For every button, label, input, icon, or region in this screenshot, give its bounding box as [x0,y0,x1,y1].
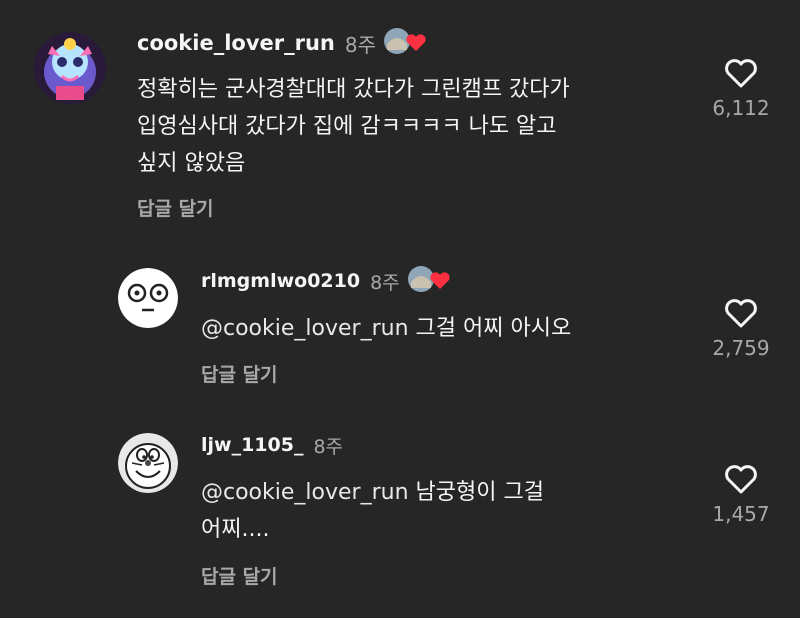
heart-icon[interactable] [724,58,758,88]
reply-button[interactable]: 답글 달기 [201,360,278,387]
comment-text-line: 정확히는 군사경찰대대 갔다가 그린캠프 갔다가 [137,77,570,102]
timestamp: 8주 [344,32,377,57]
heart-icon[interactable] [724,298,758,328]
heart-icon[interactable] [724,464,758,494]
liked-by-author-badge-icon [406,264,452,298]
username[interactable]: cookie_lover_run [137,31,335,55]
comment-text-line: 입영심사대 갔다가 집에 감ㅋㅋㅋㅋ 나도 알고 [137,114,557,139]
comment-text-line: 어찌.... [201,517,270,542]
like-count: 6,112 [712,96,770,120]
liked-by-author-badge-icon [382,26,428,60]
comment-text-line: 남궁형이 그걸 [415,480,544,505]
avatar-face-icon [118,268,178,328]
like-count: 1,457 [712,502,770,526]
reply-button[interactable]: 답글 달기 [137,194,214,221]
avatar[interactable] [34,32,106,104]
timestamp: 8주 [370,271,400,294]
reply-button[interactable]: 답글 달기 [201,562,278,589]
mention-link[interactable]: @cookie_lover_run [201,316,409,341]
comment-text-line: 싶지 않았음 [137,151,246,176]
username[interactable]: rlmgmlwo0210 [201,270,360,292]
like-count: 2,759 [712,336,770,360]
avatar[interactable] [118,268,178,328]
comment-text-line: 그걸 어찌 아시오 [415,316,572,341]
avatar[interactable] [118,433,178,493]
timestamp: 8주 [313,435,344,458]
mention-link[interactable]: @cookie_lover_run [201,480,409,505]
username[interactable]: ljw_1105_ [201,434,303,456]
avatar-doraemon-icon [118,433,178,493]
avatar-cookie-icon [34,32,106,104]
